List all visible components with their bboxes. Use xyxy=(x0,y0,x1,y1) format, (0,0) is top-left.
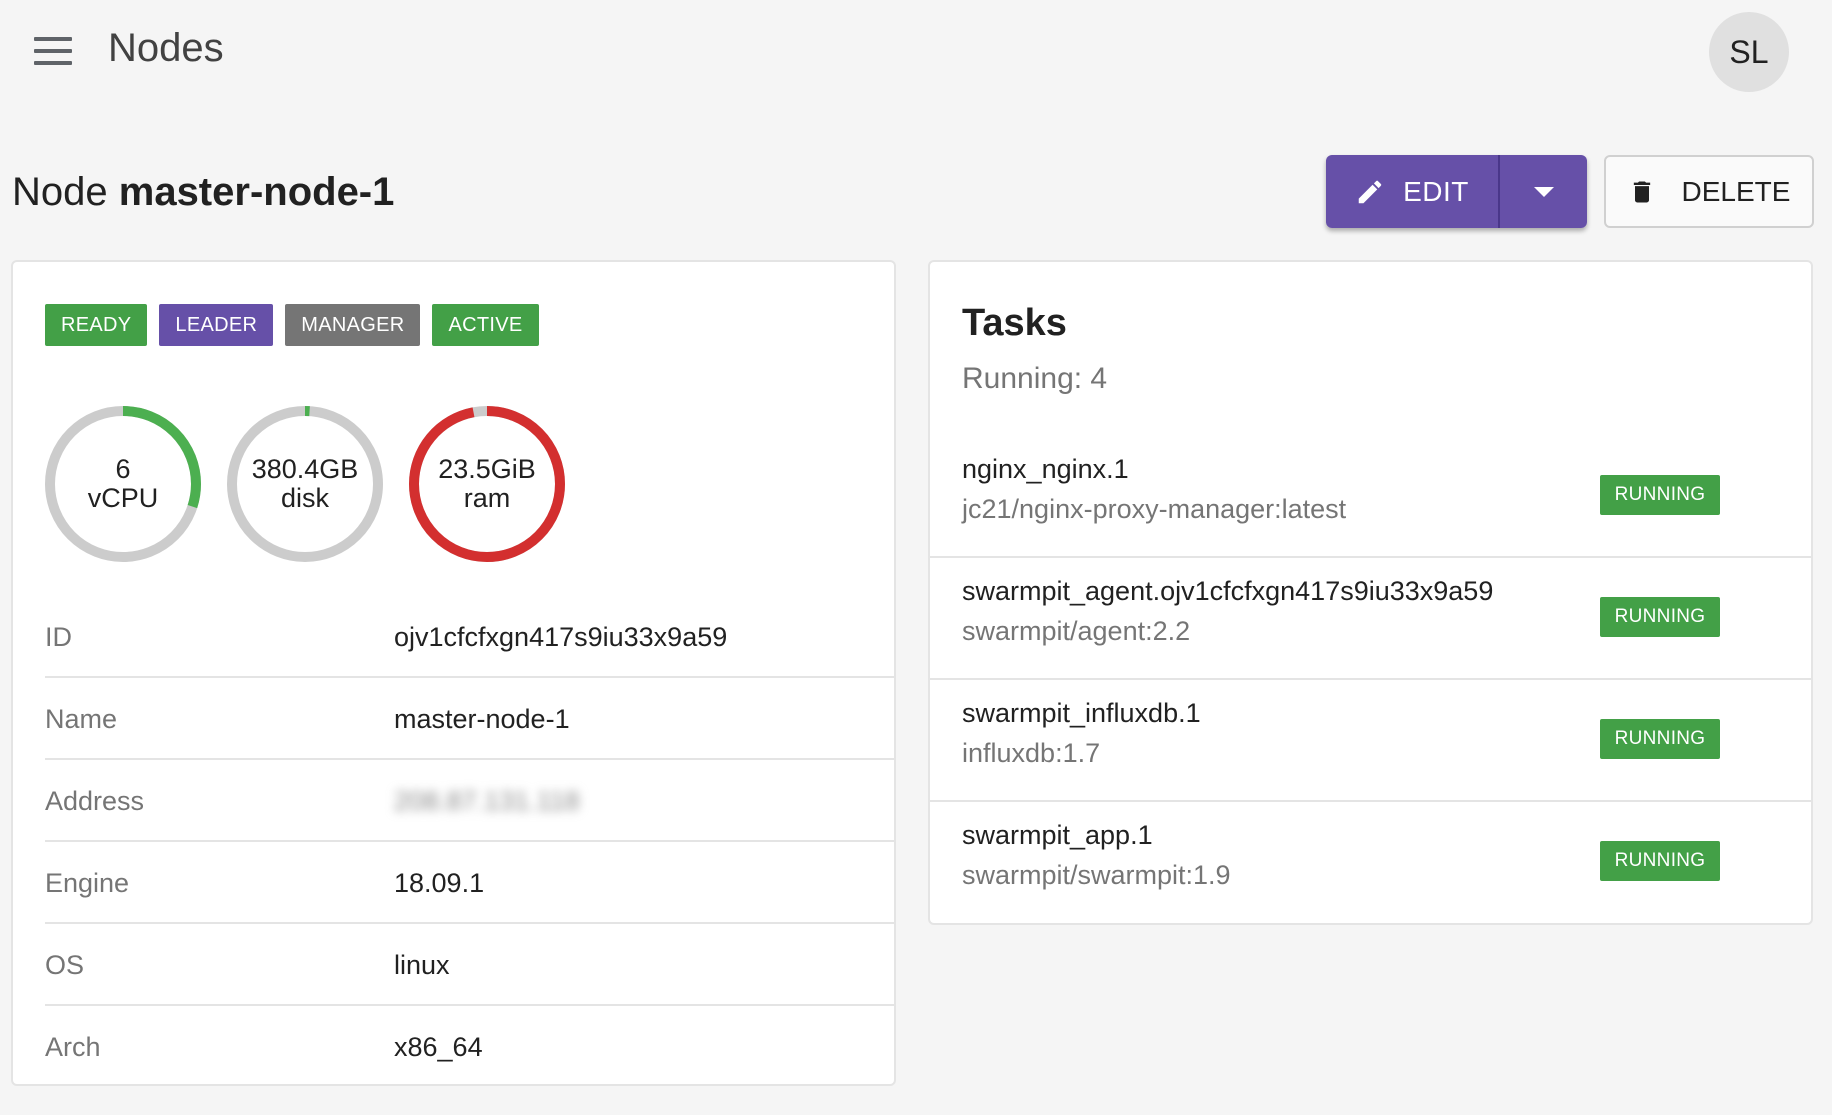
info-row-engine: Engine 18.09.1 xyxy=(45,842,896,924)
caret-down-icon xyxy=(1533,186,1554,197)
app-bar: Nodes SL xyxy=(0,0,1832,105)
cpu-gauge-unit: vCPU xyxy=(87,483,159,513)
badge-leader: LEADER xyxy=(159,304,274,346)
task-row[interactable]: nginx_nginx.1 jc21/nginx-proxy-manager:l… xyxy=(930,436,1811,558)
task-status-badge: RUNNING xyxy=(1600,597,1720,637)
info-row-id: ID ojv1cfcfxgn417s9iu33x9a59 xyxy=(45,596,896,678)
edit-dropdown-button[interactable] xyxy=(1500,155,1587,228)
info-key: Engine xyxy=(45,867,130,898)
task-status-badge: RUNNING xyxy=(1600,719,1720,759)
edit-button[interactable]: EDIT xyxy=(1326,155,1498,228)
task-status-badge: RUNNING xyxy=(1600,841,1720,881)
node-name-heading: master-node-1 xyxy=(118,170,395,214)
node-id-value: ojv1cfcfxgn417s9iu33x9a59 xyxy=(394,621,728,652)
cpu-gauge: 6 vCPU xyxy=(43,404,203,564)
ram-gauge-value: 23.5GiB xyxy=(438,454,536,484)
node-os-value: linux xyxy=(394,949,450,980)
delete-button[interactable]: DELETE xyxy=(1604,155,1814,228)
task-image: swarmpit/swarmpit:1.9 xyxy=(962,860,1231,890)
task-row[interactable]: swarmpit_agent.ojv1cfcfxgn417s9iu33x9a59… xyxy=(930,558,1811,680)
node-name-value: master-node-1 xyxy=(394,703,570,734)
info-row-name: Name master-node-1 xyxy=(45,678,896,760)
node-info-card: READY LEADER MANAGER ACTIVE 6 vCPU 380.4… xyxy=(11,260,896,1086)
user-avatar[interactable]: SL xyxy=(1709,12,1789,92)
edit-split-button: EDIT xyxy=(1326,155,1587,228)
resource-gauges: 6 vCPU 380.4GB disk 23.5GiB ram xyxy=(43,404,567,564)
info-key: Address xyxy=(45,785,145,816)
ram-gauge-unit: ram xyxy=(463,483,511,513)
cpu-gauge-value: 6 xyxy=(115,454,131,484)
node-arch-value: x86_64 xyxy=(394,1031,483,1062)
disk-gauge: 380.4GB disk xyxy=(225,404,385,564)
task-row[interactable]: swarmpit_influxdb.1 influxdb:1.7 RUNNING xyxy=(930,680,1811,802)
task-name: swarmpit_influxdb.1 xyxy=(962,698,1201,728)
ram-gauge: 23.5GiB ram xyxy=(407,404,567,564)
info-key: Arch xyxy=(45,1031,101,1062)
pencil-icon xyxy=(1358,180,1382,203)
node-address-value: 208.87.131.118 xyxy=(394,785,580,816)
badge-ready: READY xyxy=(45,304,148,346)
edit-button-label: EDIT xyxy=(1403,175,1469,207)
info-row-os: OS linux xyxy=(45,924,896,1006)
task-image: influxdb:1.7 xyxy=(962,738,1101,768)
task-row[interactable]: swarmpit_app.1 swarmpit/swarmpit:1.9 RUN… xyxy=(930,802,1811,924)
task-image: jc21/nginx-proxy-manager:latest xyxy=(962,494,1347,524)
disk-gauge-unit: disk xyxy=(280,483,329,513)
task-image: swarmpit/agent:2.2 xyxy=(962,616,1191,646)
task-status-badge: RUNNING xyxy=(1600,475,1720,515)
menu-icon[interactable] xyxy=(34,30,84,72)
info-row-arch: Arch x86_64 xyxy=(45,1006,896,1088)
task-name: swarmpit_agent.ojv1cfcfxgn417s9iu33x9a59 xyxy=(962,576,1494,606)
page-title-prefix: Node xyxy=(12,170,108,214)
info-key: OS xyxy=(45,949,85,980)
tasks-title: Tasks xyxy=(962,302,1067,344)
task-name: swarmpit_app.1 xyxy=(962,820,1153,850)
badge-active: ACTIVE xyxy=(432,304,539,346)
node-badges: READY LEADER MANAGER ACTIVE xyxy=(45,304,539,346)
task-name: nginx_nginx.1 xyxy=(962,454,1129,484)
tasks-card: Tasks Running: 4 nginx_nginx.1 jc21/ngin… xyxy=(928,260,1813,925)
tasks-running-count: Running: 4 xyxy=(962,362,1108,395)
info-key: ID xyxy=(45,621,72,652)
info-row-address: Address 208.87.131.118 xyxy=(45,760,896,842)
app-title: Nodes xyxy=(108,26,224,70)
node-engine-value: 18.09.1 xyxy=(394,867,485,898)
trash-icon xyxy=(1633,181,1650,202)
info-key: Name xyxy=(45,703,118,734)
delete-button-label: DELETE xyxy=(1681,175,1791,207)
badge-manager: MANAGER xyxy=(285,304,421,346)
disk-gauge-value: 380.4GB xyxy=(251,454,359,484)
page-title: Node master-node-1 xyxy=(12,170,394,215)
